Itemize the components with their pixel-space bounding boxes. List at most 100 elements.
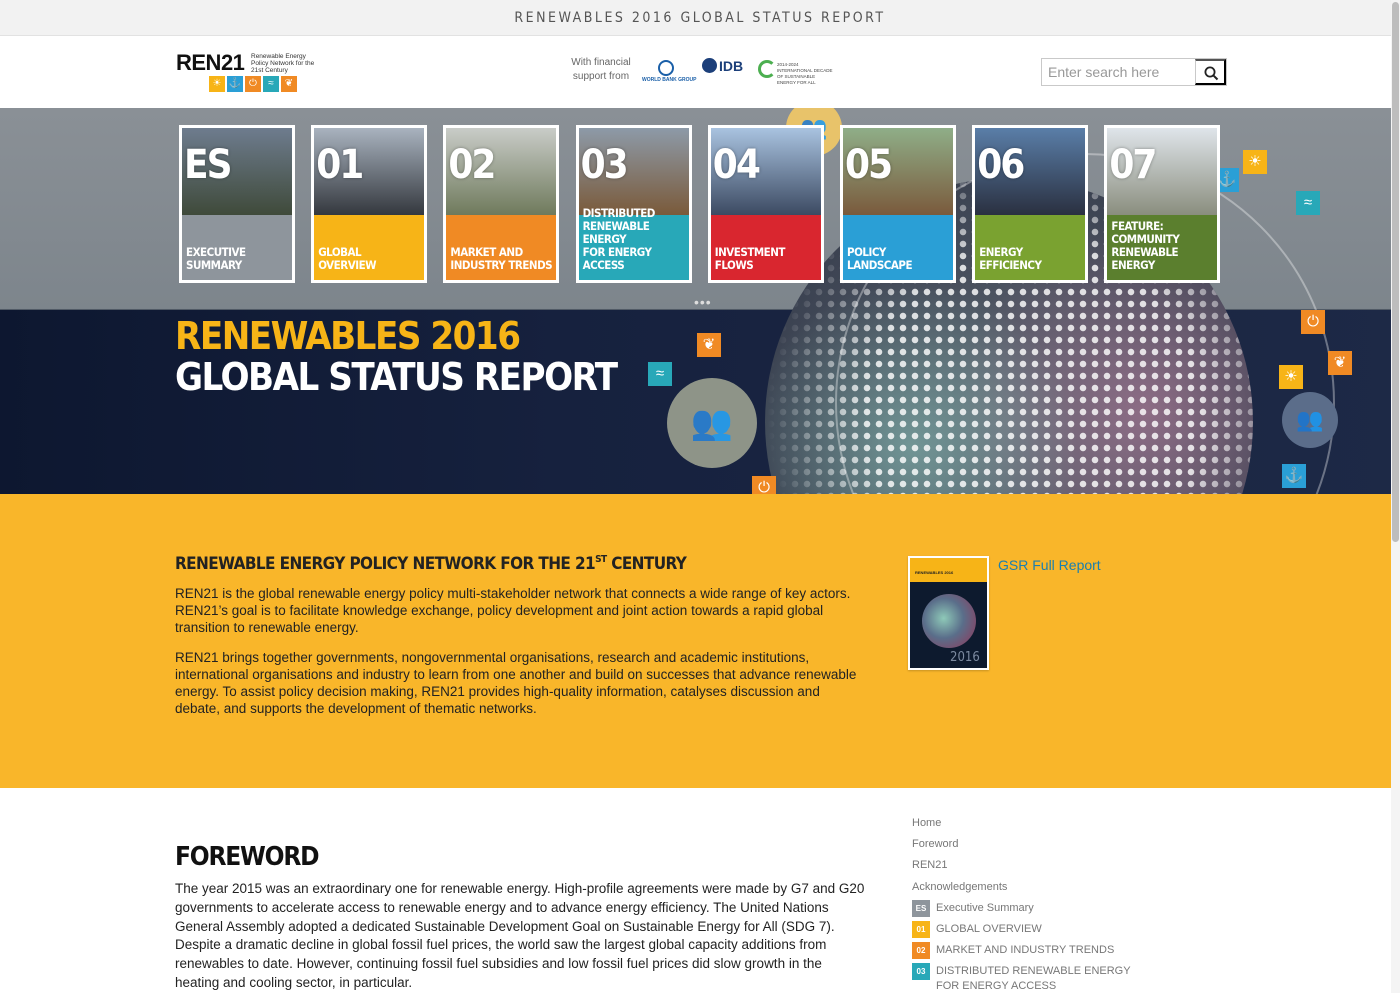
idb-emblem-icon: [702, 58, 717, 73]
tile-caption: INVESTMENT FLOWS: [710, 215, 821, 280]
tile-caption-text: GLOBAL OVERVIEW: [318, 245, 377, 272]
swoosh-icon: [758, 60, 776, 78]
wave-icon: ≈: [1296, 191, 1320, 215]
search-button[interactable]: [1195, 59, 1226, 85]
scrollbar[interactable]: [1391, 0, 1400, 993]
tile-number: 03: [580, 142, 629, 188]
nav-chapter-link[interactable]: 03 DISTRIBUTED RENEWABLE ENERGY FOR ENERG…: [912, 961, 1152, 993]
sun-icon: ☀: [209, 76, 225, 92]
chapter-code-badge: 03: [912, 963, 930, 981]
world-bank-label: WORLD BANK GROUP: [642, 77, 697, 83]
nav-link[interactable]: Foreword: [912, 834, 1152, 855]
tile-caption-text: ENERGY EFFICIENCY: [979, 245, 1042, 272]
tile-number: 06: [977, 142, 1025, 188]
sun-icon: ☀: [1279, 365, 1303, 389]
search-box: [1041, 58, 1227, 86]
tile-caption: POLICY LANDSCAPE: [843, 215, 953, 280]
tile-caption-text: MARKET AND INDUSTRY TRENDS: [450, 245, 553, 272]
nav-chapter-link[interactable]: 01 GLOBAL OVERVIEW: [912, 919, 1152, 940]
nav-chapter-label: MARKET AND INDUSTRY TRENDS: [936, 944, 1115, 957]
power-icon: ⏻: [245, 76, 261, 92]
foreword-text: The year 2015 was an extraordinary one f…: [175, 881, 865, 990]
tile-caption-text: FEATURE: COMMUNITY RENEWABLE ENERGY: [1111, 219, 1180, 272]
report-cover-thumbnail[interactable]: RENEWABLES 2016 2016: [908, 556, 989, 670]
leaf-icon: ❦: [1328, 351, 1352, 375]
tile-caption: FEATURE: COMMUNITY RENEWABLE ENERGY: [1107, 215, 1218, 280]
nav-chapter-link[interactable]: ES Executive Summary: [912, 898, 1152, 919]
support-text: With financial support from: [571, 57, 631, 82]
logo-icon-row: ☀ ⚓ ⏻ ≈ ❦: [209, 76, 297, 92]
people-icon: 👥: [667, 378, 757, 468]
sun-icon: ☀: [1243, 150, 1267, 174]
intro-paragraph: REN21 brings together governments, nongo…: [175, 650, 857, 716]
ren21-logo[interactable]: REN21 Renewable Energy Policy Network fo…: [176, 50, 316, 96]
nav-link[interactable]: Acknowledgements: [912, 877, 1152, 898]
globe-icon: [658, 60, 674, 76]
nav-chapter-link[interactable]: 02 MARKET AND INDUSTRY TRENDS: [912, 940, 1152, 961]
logo-wordmark: REN21: [176, 50, 245, 75]
tile-caption: MARKET AND INDUSTRY TRENDS: [446, 215, 557, 280]
search-input[interactable]: [1042, 59, 1196, 85]
tile-number: ES: [184, 142, 232, 188]
nav-link[interactable]: REN21: [912, 855, 1152, 876]
tile-number: 05: [845, 142, 893, 188]
scrollbar-thumb[interactable]: [1392, 2, 1399, 542]
hero-title-line2: GLOBAL STATUS REPORT: [175, 355, 618, 399]
tile-number: 02: [448, 142, 496, 188]
tile-caption-text: DISTRIBUTED RENEWABLE ENERGY FOR ENERGY …: [582, 206, 656, 272]
chapter-tile[interactable]: 01 GLOBAL OVERVIEW: [311, 125, 428, 283]
intro-paragraph: REN21 is the global renewable energy pol…: [175, 586, 851, 635]
intro-section: RENEWABLE ENERGY POLICY NETWORK FOR THE …: [0, 494, 1400, 788]
chapter-tile[interactable]: 06 ENERGY EFFICIENCY: [972, 125, 1089, 283]
tile-caption: ENERGY EFFICIENCY: [975, 215, 1086, 280]
tile-caption-text: EXECUTIVE SUMMARY: [186, 245, 246, 272]
logo-tagline: Renewable Energy Policy Network for the …: [251, 53, 315, 74]
nav-chapter-label: DISTRIBUTED RENEWABLE ENERGY FOR ENERGY …: [936, 965, 1131, 993]
hero-title-line1: RENEWABLES 2016: [175, 314, 521, 358]
tile-number: 07: [1109, 142, 1157, 188]
tile-number: 04: [712, 142, 761, 188]
wind-icon: ⚓: [1282, 464, 1306, 488]
wave-icon: ≈: [648, 362, 672, 386]
chapter-tile[interactable]: 07 FEATURE: COMMUNITY RENEWABLE ENERGY: [1104, 125, 1221, 283]
se4all-logo[interactable]: 2014-2024 INTERNATIONAL DECADE OF SUSTAI…: [758, 58, 834, 85]
chapter-code-badge: 02: [912, 942, 930, 960]
chapter-code-badge: ES: [912, 899, 930, 917]
chapter-tile[interactable]: 03 DISTRIBUTED RENEWABLE ENERGY FOR ENERG…: [575, 125, 692, 283]
chapter-tile[interactable]: 02 MARKET AND INDUSTRY TRENDS: [443, 125, 560, 283]
chapter-code-badge: 01: [912, 920, 930, 938]
chapter-tile[interactable]: 05 POLICY LANDSCAPE: [840, 125, 956, 283]
intro-heading: RENEWABLE ENERGY POLICY NETWORK FOR THE …: [175, 554, 687, 574]
nav-link[interactable]: Home: [912, 813, 1152, 834]
search-icon: [1204, 66, 1219, 81]
wind-icon: ⚓: [227, 76, 243, 92]
site-title: RENEWABLES 2016 GLOBAL STATUS REPORT: [514, 10, 886, 26]
people-icon: 👥: [1282, 392, 1338, 448]
power-icon: ⏻: [752, 476, 776, 494]
power-icon: ⏻: [1301, 310, 1325, 334]
tile-caption: DISTRIBUTED RENEWABLE ENERGY FOR ENERGY …: [578, 207, 689, 280]
wave-icon: ≈: [263, 76, 279, 92]
carousel-indicator[interactable]: •••: [694, 294, 712, 310]
site-header: REN21 Renewable Energy Policy Network fo…: [0, 36, 1400, 108]
tile-caption: EXECUTIVE SUMMARY: [182, 215, 292, 280]
gsr-full-report-link[interactable]: GSR Full Report: [998, 557, 1101, 573]
cover-year: 2016: [950, 650, 980, 665]
leaf-icon: ❦: [697, 333, 721, 357]
idb-logo[interactable]: IDB: [702, 58, 752, 84]
world-bank-logo[interactable]: WORLD BANK GROUP: [642, 58, 697, 84]
tile-caption-text: POLICY LANDSCAPE: [847, 245, 913, 272]
se4all-label: 2014-2024 INTERNATIONAL DECADE OF SUSTAI…: [777, 62, 833, 85]
leaf-icon: ❦: [281, 76, 297, 92]
chapter-tile[interactable]: ES EXECUTIVE SUMMARY: [179, 125, 295, 283]
side-navigation: Home Foreword REN21 Acknowledgements ES Execu…: [912, 813, 1152, 993]
tile-caption-text: INVESTMENT FLOWS: [714, 245, 786, 272]
tile-caption: GLOBAL OVERVIEW: [314, 215, 425, 280]
nav-chapter-label: Executive Summary: [936, 901, 1034, 914]
cover-globe-image: [922, 594, 976, 648]
foreword-heading: FOREWORD: [175, 842, 320, 872]
chapter-tiles: ES EXECUTIVE SUMMARY 01 GLOBAL OVERVIEW 02 MA…: [179, 125, 1222, 283]
hero-banner: ❦ ≈ ⏻ ☀ ≈ ⏻ ❦ ☀ ⚓ ⚓ 👥 👥 👥 ESEXECUTIVE SU…: [0, 108, 1400, 494]
hero-title: RENEWABLES 2016 GLOBAL STATUS REPORT: [175, 314, 618, 399]
chapter-tile[interactable]: 04 INVESTMENT FLOWS: [707, 125, 824, 283]
